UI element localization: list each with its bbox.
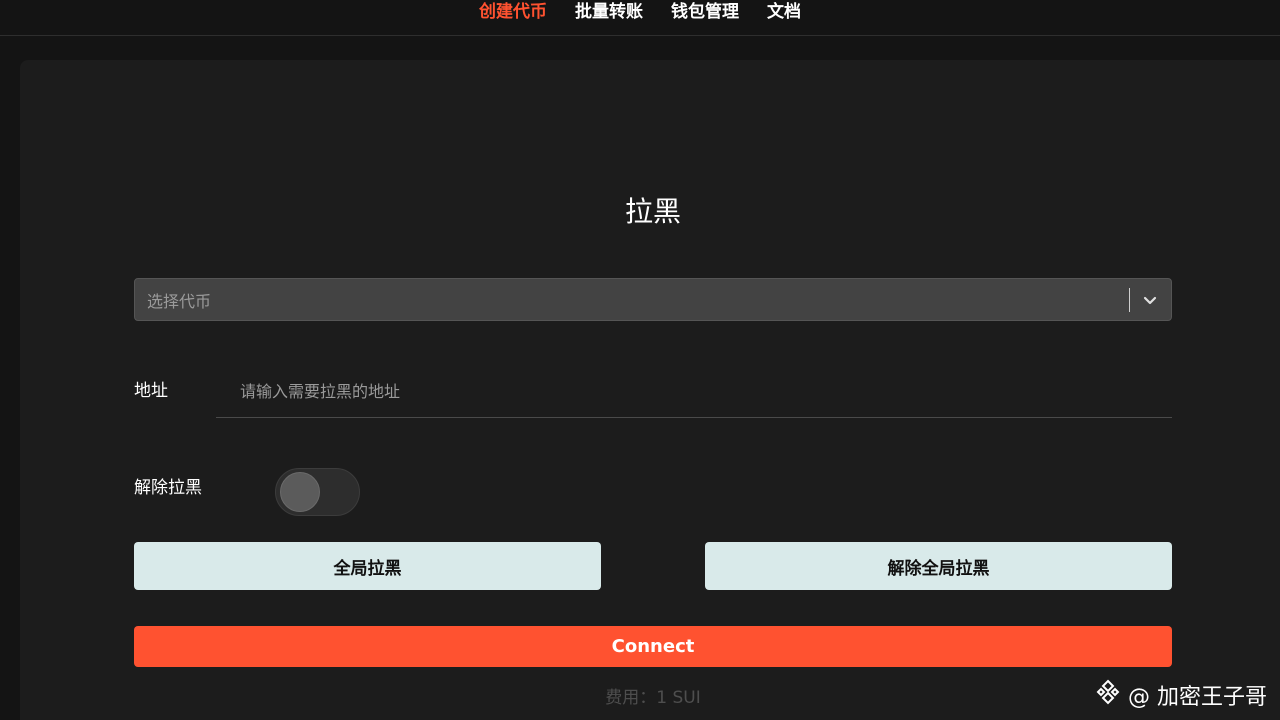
chevron-down-icon[interactable] bbox=[1142, 292, 1158, 308]
top-navigation: 创建代币 批量转账 钱包管理 文档 bbox=[0, 0, 1280, 36]
unblacklist-label: 解除拉黑 bbox=[134, 478, 202, 498]
nav-batch-transfer[interactable]: 批量转账 bbox=[575, 1, 643, 23]
nav-create-token[interactable]: 创建代币 bbox=[479, 1, 547, 23]
binance-logo-icon bbox=[1094, 678, 1122, 712]
token-select-placeholder: 选择代币 bbox=[147, 291, 212, 311]
global-blacklist-button[interactable]: 全局拉黑 bbox=[134, 542, 601, 590]
token-select[interactable]: 选择代币 bbox=[134, 278, 1172, 321]
select-separator bbox=[1129, 287, 1130, 312]
address-label: 地址 bbox=[134, 381, 168, 401]
watermark-text: @ 加密王子哥 bbox=[1128, 685, 1267, 710]
nav-wallet-management[interactable]: 钱包管理 bbox=[671, 1, 739, 23]
connect-button[interactable]: Connect bbox=[134, 626, 1172, 667]
toggle-knob bbox=[280, 472, 320, 512]
remove-global-blacklist-button[interactable]: 解除全局拉黑 bbox=[705, 542, 1172, 590]
fee-text: 费用：1 SUI bbox=[605, 688, 701, 708]
watermark: @ 加密王子哥 bbox=[1094, 678, 1267, 712]
nav-docs[interactable]: 文档 bbox=[767, 1, 801, 23]
page-title: 拉黑 bbox=[624, 195, 681, 228]
address-input[interactable] bbox=[216, 366, 1172, 418]
unblacklist-toggle[interactable] bbox=[275, 468, 360, 516]
